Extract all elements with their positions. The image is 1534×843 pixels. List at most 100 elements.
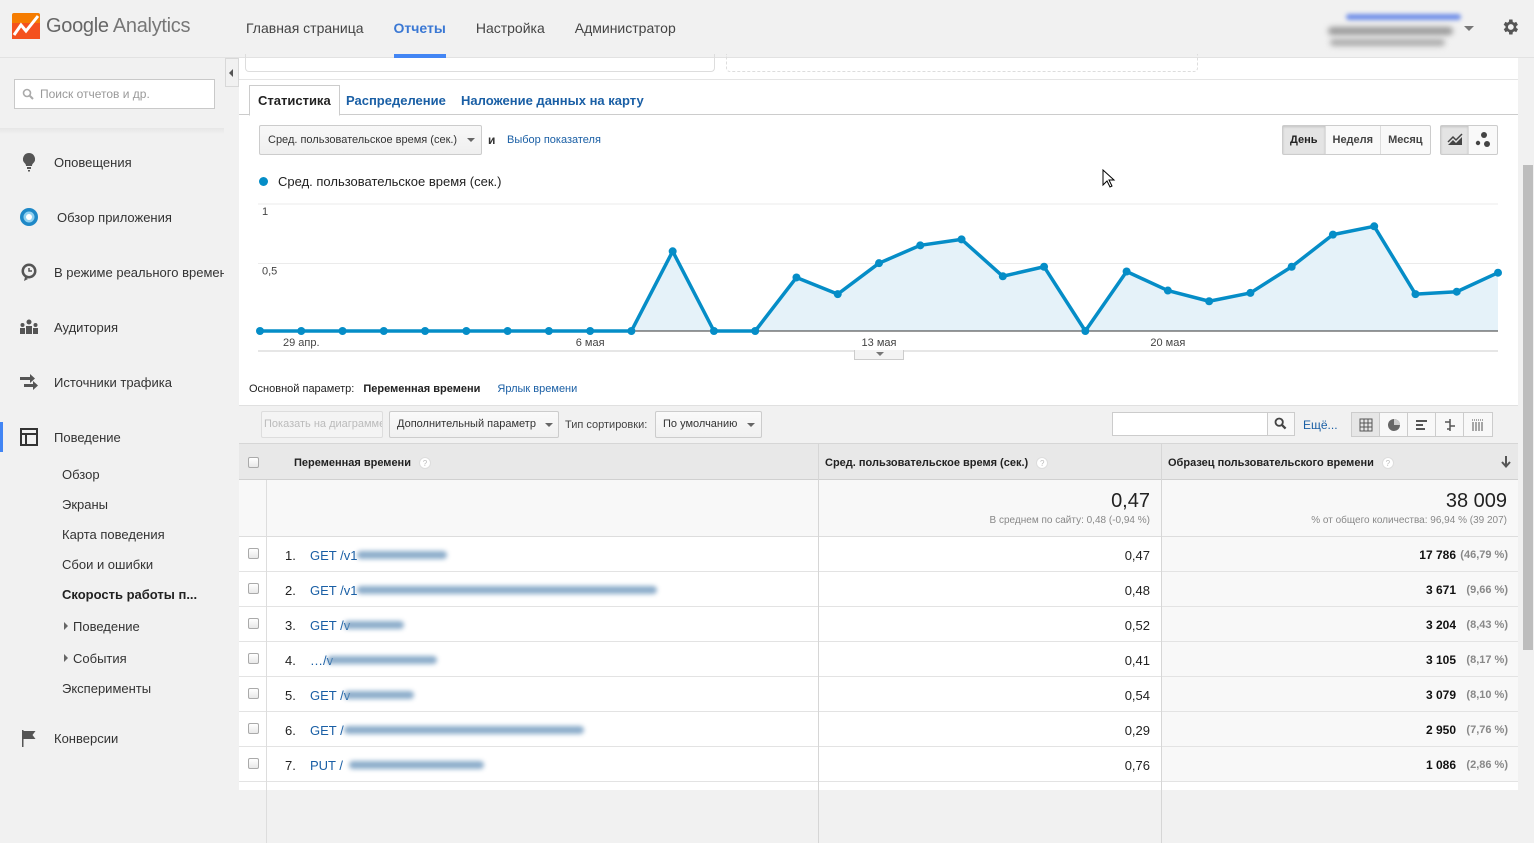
account-selector[interactable]	[1318, 12, 1474, 48]
account-name-blurred	[1328, 27, 1453, 35]
data-point	[916, 241, 925, 250]
pick-metric-link[interactable]: Выбор показателя	[507, 134, 601, 146]
table-totals-row: 0,47 В среднем по сайту: 0,48 (-0,94 %) …	[239, 480, 1518, 537]
row-link[interactable]: GET /v1	[310, 548, 357, 563]
help-icon[interactable]: ?	[418, 457, 431, 469]
sample-percent: (8,43 %)	[1466, 619, 1508, 631]
google-analytics-logo[interactable]: Google Analytics	[12, 13, 191, 39]
sidebar-subitem-experiments[interactable]: Эксперименты	[62, 681, 151, 696]
data-point	[627, 327, 636, 335]
row-link[interactable]: PUT /	[310, 758, 343, 773]
nav-reports[interactable]: Отчеты	[393, 0, 447, 58]
nav-customization[interactable]: Настройка	[476, 0, 545, 58]
column-header-sample[interactable]: Образец пользовательского времени?	[1168, 457, 1394, 469]
help-icon[interactable]: ?	[1381, 457, 1394, 469]
mouse-cursor-icon	[1102, 169, 1116, 188]
period-week-button[interactable]: Неделя	[1326, 126, 1382, 154]
tab-map-overlay[interactable]: Наложение данных на карту	[461, 86, 644, 116]
segment-card[interactable]	[245, 54, 715, 72]
chart-resize-handle[interactable]	[854, 350, 904, 360]
table-row: 1. GET /v1 0,47 17 786 (46,79 %)	[239, 537, 1518, 572]
scrollbar-thumb[interactable]	[1523, 165, 1533, 650]
tab-distribution[interactable]: Распределение	[346, 86, 446, 116]
select-all-checkbox[interactable]	[248, 457, 259, 468]
row-link[interactable]: GET /	[310, 723, 344, 738]
gear-icon[interactable]	[1500, 17, 1520, 37]
column-header-avg-time[interactable]: Сред. пользовательское время (сек.)?	[825, 457, 1049, 469]
sidebar-subitem-behavior-flow[interactable]: Карта поведения	[62, 527, 165, 542]
traffic-sources-icon	[20, 374, 38, 390]
page-scrollbar[interactable]	[1518, 58, 1534, 790]
line-chart-icon	[1447, 133, 1463, 145]
data-point	[668, 247, 677, 256]
table-search-button[interactable]	[1267, 412, 1295, 436]
data-point	[957, 235, 966, 244]
sidebar-item-realtime[interactable]: В режиме реального времени	[0, 257, 224, 287]
nav-admin[interactable]: Администратор	[575, 0, 676, 58]
table-view-icon	[1359, 418, 1372, 431]
x-tick-label: 13 мая	[862, 337, 897, 349]
motion-chart-button[interactable]	[1469, 126, 1497, 154]
primary-dimension-label: Основной параметр:	[249, 383, 355, 395]
period-month-button[interactable]: Месяц	[1381, 126, 1429, 154]
data-point	[544, 327, 553, 335]
comparison-view-button[interactable]	[1436, 413, 1464, 436]
line-chart: 1 0,5 29 апр. 6 мая 13 мая 20 мая	[256, 203, 1502, 352]
x-tick-label: 6 мая	[576, 337, 605, 349]
data-point	[1081, 327, 1090, 335]
more-link[interactable]: Ещё...	[1303, 418, 1338, 432]
line-chart-button[interactable]	[1441, 126, 1469, 154]
sidebar-subitem-app-speed[interactable]: Скорость работы п...	[62, 587, 197, 602]
report-search-input[interactable]: Поиск отчетов и др.	[14, 79, 215, 109]
sidebar-subitem-screens[interactable]: Экраны	[62, 497, 108, 512]
help-icon[interactable]: ?	[1036, 457, 1049, 469]
period-day-button[interactable]: День	[1283, 126, 1326, 154]
column-header-time-variable[interactable]: Переменная времени?	[294, 457, 431, 469]
column-header-label: Переменная времени	[294, 457, 411, 469]
sample-value: 1 086	[1425, 758, 1456, 772]
sidebar-divider	[0, 128, 224, 134]
logo-analytics: Analytics	[112, 14, 191, 37]
sort-descending-icon[interactable]	[1501, 456, 1511, 468]
data-point	[998, 272, 1007, 281]
sidebar-subitem-events[interactable]: События	[62, 651, 127, 666]
table-search-input[interactable]	[1112, 412, 1268, 436]
table-header: Переменная времени? Сред. пользовательск…	[239, 443, 1518, 480]
sidebar-item-traffic-sources[interactable]: Источники трафика	[0, 367, 224, 397]
pivot-view-button[interactable]	[1464, 413, 1492, 436]
sample-value: 3 105	[1425, 653, 1456, 667]
sample-value: 3 204	[1425, 618, 1456, 632]
data-point	[1122, 267, 1131, 276]
column-divider	[1161, 443, 1162, 843]
sidebar-subitem-crashes[interactable]: Сбои и ошибки	[62, 557, 153, 572]
expand-arrow-icon	[64, 622, 68, 630]
sidebar-collapse-button[interactable]	[225, 58, 239, 87]
metric-select[interactable]: Сред. пользовательское время (сек.)	[259, 125, 482, 155]
data-point	[792, 273, 801, 282]
sidebar-item-alerts[interactable]: Оповещения	[0, 147, 224, 177]
sidebar-item-conversions[interactable]: Конверсии	[0, 723, 224, 753]
sidebar-item-behavior[interactable]: Поведение	[0, 422, 224, 452]
motion-chart-icon	[1475, 132, 1490, 147]
sidebar-subitem-overview[interactable]: Обзор	[62, 467, 100, 482]
table-toolbar: Показать на диаграмме Дополнительный пар…	[239, 405, 1518, 443]
sidebar-item-audience[interactable]: Аудитория	[0, 312, 224, 342]
plot-rows-button[interactable]: Показать на диаграмме	[261, 411, 383, 438]
total-sample: 38 009	[1445, 490, 1507, 512]
pie-view-button[interactable]	[1380, 413, 1408, 436]
sidebar-subitem-behavior-group[interactable]: Поведение	[62, 619, 140, 634]
table-view-button[interactable]	[1352, 413, 1380, 436]
performance-view-button[interactable]	[1408, 413, 1436, 436]
secondary-dimension-select[interactable]: Дополнительный параметр	[389, 411, 559, 438]
nav-home[interactable]: Главная страница	[246, 0, 364, 58]
search-icon	[1274, 417, 1287, 430]
data-point	[1246, 288, 1255, 297]
chevron-down-icon	[467, 138, 475, 142]
sidebar-item-app-overview[interactable]: Обзор приложения	[0, 202, 224, 232]
tab-statistics[interactable]: Статистика	[249, 85, 340, 116]
add-segment-card[interactable]	[726, 54, 1198, 72]
primary-dimension-alt-link[interactable]: Ярлык времени	[497, 383, 577, 395]
sidebar-label: Источники трафика	[54, 374, 172, 390]
row-link[interactable]: GET /v1	[310, 583, 357, 598]
sort-type-select[interactable]: По умолчанию	[655, 411, 762, 438]
